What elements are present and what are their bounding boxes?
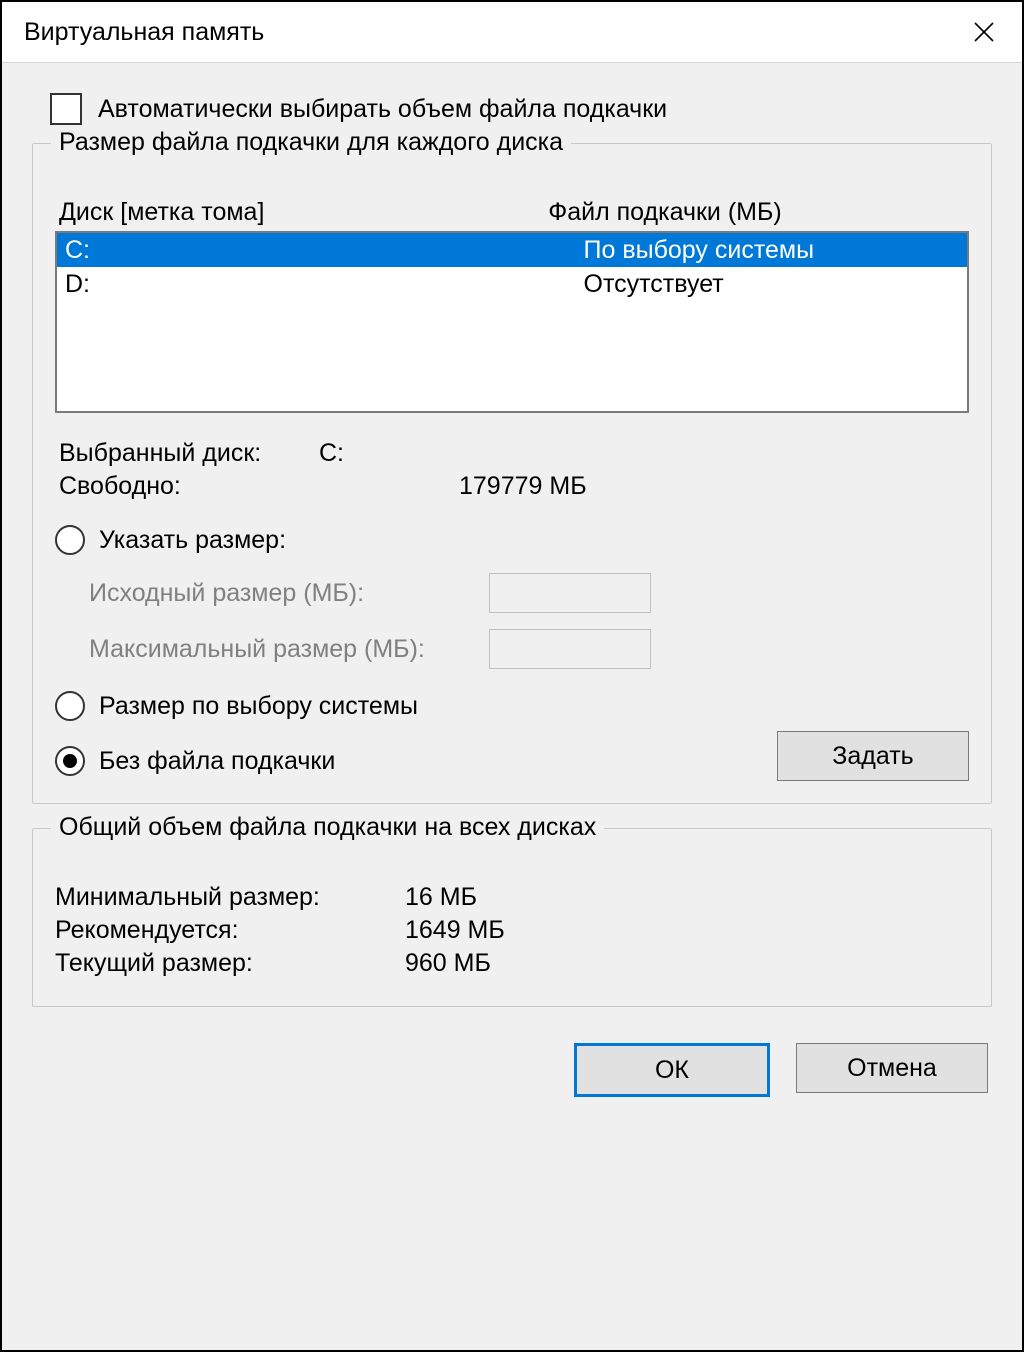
cancel-button[interactable]: Отмена — [796, 1043, 988, 1093]
selected-drive-label: Выбранный диск: — [59, 439, 319, 468]
ok-button[interactable]: ОК — [574, 1043, 770, 1097]
initial-size-label: Исходный размер (МБ): — [89, 579, 489, 608]
dialog-button-bar: ОК Отмена — [32, 1043, 992, 1097]
initial-size-input — [489, 573, 651, 613]
radio-system-managed[interactable]: Размер по выбору системы — [55, 691, 969, 721]
free-space-label: Свободно: — [59, 472, 459, 501]
recommended-value: 1649 МБ — [405, 916, 505, 945]
auto-manage-checkbox[interactable] — [50, 93, 82, 125]
totals-group-title: Общий объем файла подкачки на всех диска… — [51, 813, 604, 842]
drive-row[interactable]: C: По выбору системы — [57, 233, 967, 267]
titlebar: Виртуальная память — [2, 2, 1022, 63]
recommended-label: Рекомендуется: — [55, 916, 405, 945]
per-drive-group-title: Размер файла подкачки для каждого диска — [51, 128, 571, 157]
drive-list[interactable]: C: По выбору системы D: Отсутствует — [55, 231, 969, 413]
drive-pagefile: Отсутствует — [584, 267, 959, 301]
set-button[interactable]: Задать — [777, 731, 969, 781]
drive-row[interactable]: D: Отсутствует — [57, 267, 967, 301]
min-size-label: Минимальный размер: — [55, 883, 405, 912]
radio-no-paging-file[interactable]: Без файла подкачки — [55, 746, 335, 776]
radio-custom-size[interactable]: Указать размер: — [55, 525, 969, 555]
drive-name: D: — [65, 267, 584, 301]
close-button[interactable] — [964, 12, 1004, 52]
column-header-pagefile: Файл подкачки (МБ) — [548, 198, 965, 227]
min-size-value: 16 МБ — [405, 883, 477, 912]
ok-button-label: ОК — [655, 1056, 689, 1085]
window-title: Виртуальная память — [24, 18, 964, 47]
radio-system-label: Размер по выбору системы — [99, 692, 418, 721]
totals-group: Общий объем файла подкачки на всех диска… — [32, 828, 992, 1007]
current-size-value: 960 МБ — [405, 949, 491, 978]
radio-none-label: Без файла подкачки — [99, 747, 335, 776]
drive-name: C: — [65, 233, 584, 267]
auto-manage-label: Автоматически выбирать объем файла подка… — [98, 95, 667, 124]
set-button-label: Задать — [832, 742, 913, 771]
auto-manage-row[interactable]: Автоматически выбирать объем файла подка… — [50, 93, 992, 125]
selected-drive-value: C: — [319, 439, 969, 468]
max-size-label: Максимальный размер (МБ): — [89, 635, 489, 664]
radio-icon[interactable] — [55, 691, 85, 721]
max-size-input — [489, 629, 651, 669]
cancel-button-label: Отмена — [847, 1054, 937, 1083]
per-drive-group: Размер файла подкачки для каждого диска … — [32, 143, 992, 804]
radio-custom-label: Указать размер: — [99, 526, 286, 555]
column-header-drive: Диск [метка тома] — [59, 198, 548, 227]
radio-icon[interactable] — [55, 746, 85, 776]
current-size-label: Текущий размер: — [55, 949, 405, 978]
free-space-value: 179779 МБ — [459, 472, 969, 501]
radio-icon[interactable] — [55, 525, 85, 555]
drive-pagefile: По выбору системы — [584, 233, 959, 267]
